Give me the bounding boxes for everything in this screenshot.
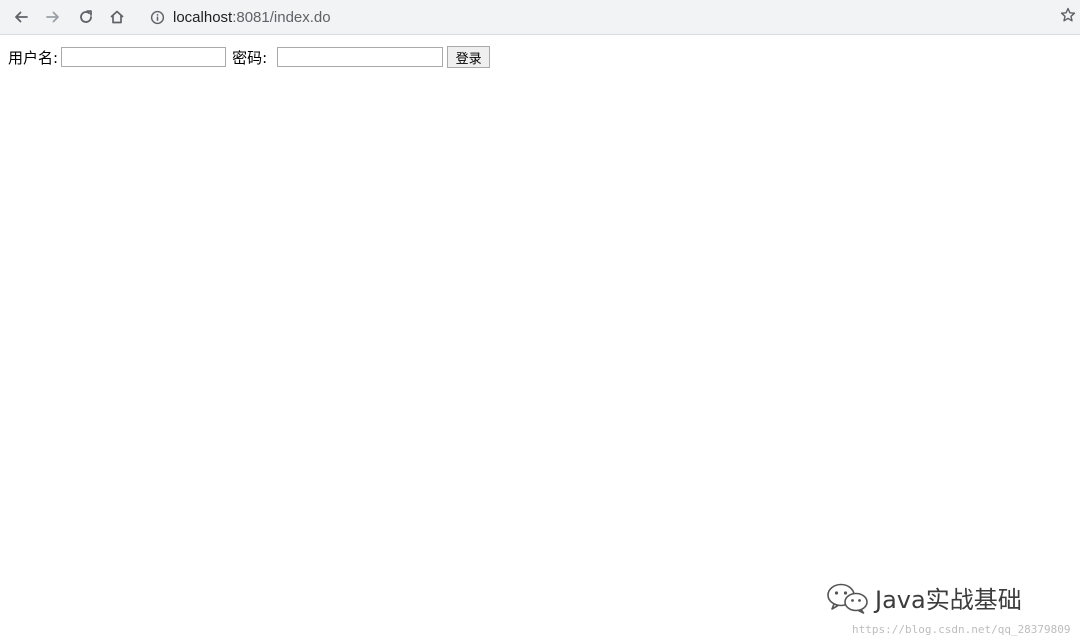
forward-icon bbox=[44, 8, 62, 26]
url-path: :8081/index.do bbox=[232, 9, 331, 26]
page-content: 用户名: 密码: 登录 bbox=[0, 36, 1080, 644]
url-host: localhost bbox=[173, 9, 233, 26]
browser-toolbar: localhost:8081/index.do bbox=[0, 0, 1080, 35]
source-url: https://blog.csdn.net/qq_28379809 bbox=[852, 623, 1071, 636]
reload-button[interactable] bbox=[73, 4, 99, 30]
bookmark-button[interactable] bbox=[1058, 7, 1078, 27]
home-button[interactable] bbox=[104, 4, 130, 30]
back-button[interactable] bbox=[8, 4, 34, 30]
password-label: 密码: bbox=[232, 48, 268, 67]
watermark: Java实战基础 bbox=[825, 580, 1022, 615]
address-bar[interactable]: localhost:8081/index.do bbox=[140, 3, 1060, 32]
password-input[interactable] bbox=[277, 47, 444, 67]
username-input[interactable] bbox=[61, 47, 227, 67]
username-label: 用户名: bbox=[8, 48, 59, 67]
login-button[interactable]: 登录 bbox=[447, 46, 491, 68]
star-icon bbox=[1060, 7, 1076, 27]
back-icon bbox=[12, 8, 30, 26]
wechat-icon bbox=[827, 583, 868, 614]
url-text: localhost:8081/index.do bbox=[173, 9, 331, 26]
info-icon[interactable] bbox=[149, 10, 165, 26]
watermark-text: Java实战基础 bbox=[875, 586, 1022, 614]
login-form: 用户名: 密码: 登录 bbox=[8, 45, 491, 69]
forward-button[interactable] bbox=[40, 4, 66, 30]
reload-icon bbox=[77, 8, 95, 26]
home-icon bbox=[108, 8, 126, 26]
